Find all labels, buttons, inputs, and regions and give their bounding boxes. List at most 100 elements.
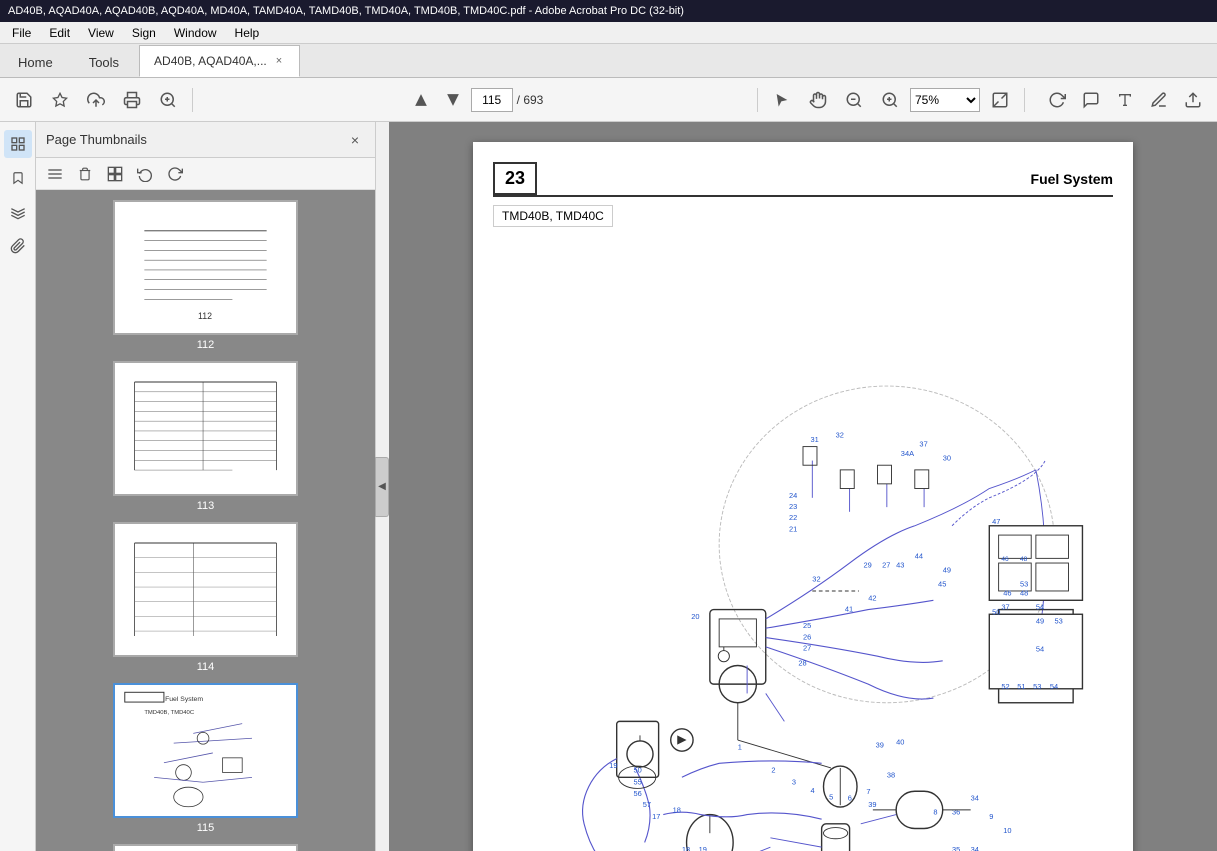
next-page-button[interactable] (439, 86, 467, 114)
tab-document[interactable]: AD40B, AQAD40A,... × (139, 45, 300, 77)
svg-text:54: 54 (1036, 645, 1044, 654)
svg-text:34: 34 (971, 845, 979, 851)
svg-text:36: 36 (952, 808, 960, 817)
svg-text:39: 39 (876, 740, 884, 749)
svg-text:46: 46 (1003, 589, 1011, 598)
save-button[interactable] (8, 84, 40, 116)
main-layout: Page Thumbnails × (0, 122, 1217, 851)
title-bar: AD40B, AQAD40A, AQAD40B, AQD40A, MD40A, … (0, 0, 1217, 22)
thumb-item-115[interactable]: Fuel System TMD40B, TMD40C 115 (113, 683, 298, 834)
thumbnails-scroll[interactable]: 112 112 (36, 190, 375, 851)
menu-help[interactable]: Help (227, 24, 268, 42)
thumb-item-113[interactable]: 113 (113, 361, 298, 512)
prev-page-button[interactable] (407, 86, 435, 114)
svg-text:8: 8 (933, 808, 937, 817)
page-subtitle: TMD40B, TMD40C (493, 205, 613, 227)
svg-text:45: 45 (938, 579, 946, 588)
svg-text:31: 31 (810, 435, 818, 444)
svg-text:20: 20 (691, 612, 699, 621)
thumb-redo-btn[interactable] (162, 161, 188, 187)
thumb-extract-btn[interactable] (102, 161, 128, 187)
share-button[interactable] (1177, 84, 1209, 116)
page-header: 23 Fuel System (493, 162, 1113, 197)
svg-text:18: 18 (673, 806, 681, 815)
svg-text:23: 23 (789, 502, 797, 511)
layers-icon-btn[interactable] (4, 198, 32, 226)
svg-text:51: 51 (1017, 682, 1025, 691)
draw-button[interactable] (1143, 84, 1175, 116)
menu-view[interactable]: View (80, 24, 122, 42)
thumbnails-close-btn[interactable]: × (345, 130, 365, 150)
menu-file[interactable]: File (4, 24, 39, 42)
page-number-input[interactable]: 115 (471, 88, 513, 112)
thumb-delete-btn[interactable] (72, 161, 98, 187)
attachments-icon-btn[interactable] (4, 232, 32, 260)
fit-page-button[interactable] (984, 84, 1016, 116)
svg-text:112: 112 (198, 311, 212, 321)
comment-button[interactable] (1075, 84, 1107, 116)
svg-text:34: 34 (971, 794, 979, 803)
thumb-image-115: Fuel System TMD40B, TMD40C (113, 683, 298, 818)
upload-button[interactable] (80, 84, 112, 116)
svg-text:27: 27 (803, 644, 811, 653)
fuel-system-diagram: 31 32 34A 37 30 24 23 22 21 32 25 26 27 … (493, 237, 1113, 851)
thumbnails-header: Page Thumbnails × (36, 122, 375, 158)
svg-text:32: 32 (812, 575, 820, 584)
cursor-tool-button[interactable] (766, 84, 798, 116)
thumbnails-title: Page Thumbnails (46, 132, 147, 147)
thumb-image-116 (113, 844, 298, 851)
hand-tool-button[interactable] (802, 84, 834, 116)
separator-2 (757, 88, 758, 112)
toolbar: 115 / 693 50% 75% 100% 125% 150% 200% (0, 78, 1217, 122)
thumb-item-114[interactable]: 114 (113, 522, 298, 673)
svg-text:43: 43 (896, 561, 904, 570)
page-section-title: Fuel System (1031, 171, 1113, 187)
highlight-button[interactable] (1109, 84, 1141, 116)
tab-close-btn[interactable]: × (273, 54, 285, 68)
thumb-item-112[interactable]: 112 112 (113, 200, 298, 351)
zoom-select[interactable]: 50% 75% 100% 125% 150% 200% (910, 88, 980, 112)
svg-text:38: 38 (887, 770, 895, 779)
page-total: / 693 (517, 93, 544, 107)
svg-text:18: 18 (682, 845, 690, 851)
bookmarks-icon-btn[interactable] (4, 164, 32, 192)
zoom-in-button[interactable] (874, 84, 906, 116)
svg-text:55: 55 (633, 778, 641, 787)
tab-home[interactable]: Home (0, 47, 71, 77)
svg-text:Fuel System: Fuel System (165, 696, 203, 703)
svg-text:25: 25 (803, 621, 811, 630)
tab-bar: Home Tools AD40B, AQAD40A,... × (0, 44, 1217, 78)
thumb-item-116[interactable]: 116 (113, 844, 298, 851)
zoom-out-button[interactable] (838, 84, 870, 116)
bookmark-button[interactable] (44, 84, 76, 116)
svg-text:29: 29 (864, 561, 872, 570)
thumb-image-112: 112 (113, 200, 298, 335)
svg-text:56: 56 (633, 789, 641, 798)
thumb-menu-btn[interactable] (42, 161, 68, 187)
page-thumbnails-icon-btn[interactable] (4, 130, 32, 158)
svg-text:34A: 34A (901, 449, 914, 458)
svg-text:57: 57 (643, 800, 651, 809)
thumb-undo-btn[interactable] (132, 161, 158, 187)
menu-window[interactable]: Window (166, 24, 225, 42)
menu-edit[interactable]: Edit (41, 24, 78, 42)
print-button[interactable] (116, 84, 148, 116)
pdf-content[interactable]: 23 Fuel System TMD40B, TMD40C (389, 122, 1217, 851)
svg-text:24: 24 (789, 491, 797, 500)
svg-text:28: 28 (798, 658, 806, 667)
collapse-panel-btn[interactable]: ◀ (375, 457, 389, 517)
tab-tools[interactable]: Tools (71, 47, 137, 77)
svg-text:35: 35 (952, 845, 960, 851)
svg-text:32: 32 (836, 430, 844, 439)
zoom-preview-button[interactable] (152, 84, 184, 116)
svg-text:1: 1 (738, 742, 742, 751)
svg-text:4: 4 (810, 786, 814, 795)
separator-3 (1024, 88, 1025, 112)
right-tools (1041, 84, 1209, 116)
svg-text:37: 37 (919, 440, 927, 449)
rotate-button[interactable] (1041, 84, 1073, 116)
svg-text:54: 54 (1036, 603, 1044, 612)
menu-sign[interactable]: Sign (124, 24, 164, 42)
thumb-label-115: 115 (197, 822, 215, 834)
menu-bar: File Edit View Sign Window Help (0, 22, 1217, 44)
